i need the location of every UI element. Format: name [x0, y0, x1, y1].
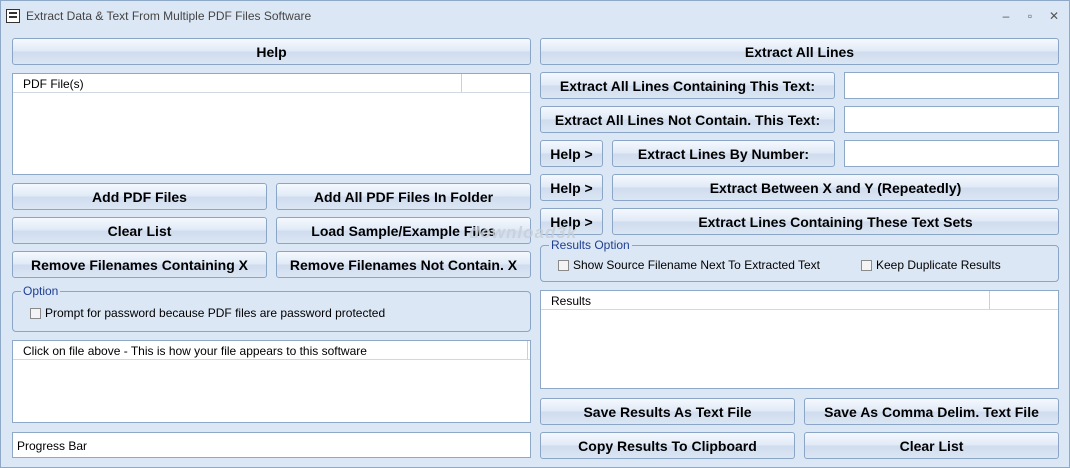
minimize-icon[interactable]: –	[996, 7, 1016, 25]
column-divider[interactable]	[989, 291, 990, 309]
column-divider[interactable]	[527, 341, 528, 359]
watermark: download3k	[469, 223, 578, 242]
keep-duplicate-results-label: Keep Duplicate Results	[876, 258, 1001, 272]
keep-duplicate-results-checkbox[interactable]	[861, 260, 872, 271]
password-prompt-label: Prompt for password because PDF files ar…	[45, 306, 386, 320]
show-source-filename-checkbox[interactable]	[558, 260, 569, 271]
save-results-text-file-button[interactable]: Save Results As Text File	[540, 398, 795, 425]
results-list-header: Results	[541, 291, 1058, 310]
close-icon[interactable]: ✕	[1044, 7, 1064, 25]
show-source-filename-label: Show Source Filename Next To Extracted T…	[573, 258, 821, 272]
pdf-files-column-header: PDF File(s)	[23, 77, 84, 91]
window-title: Extract Data & Text From Multiple PDF Fi…	[26, 9, 312, 23]
extract-lines-not-contain-button[interactable]: Extract All Lines Not Contain. This Text…	[540, 106, 835, 133]
remove-filenames-containing-button[interactable]: Remove Filenames Containing X	[12, 251, 267, 278]
copy-results-clipboard-button[interactable]: Copy Results To Clipboard	[540, 432, 795, 459]
help-button[interactable]: Help	[12, 38, 531, 65]
extract-lines-text-sets-button[interactable]: Extract Lines Containing These Text Sets	[612, 208, 1059, 235]
column-divider[interactable]	[461, 74, 462, 92]
remove-filenames-not-containing-button[interactable]: Remove Filenames Not Contain. X	[276, 251, 531, 278]
app-icon	[6, 9, 20, 23]
results-column-header: Results	[551, 294, 592, 308]
extract-lines-by-number-button[interactable]: Extract Lines By Number:	[612, 140, 835, 167]
file-preview-header-text: Click on file above - This is how your f…	[23, 344, 367, 358]
file-preview-header: Click on file above - This is how your f…	[13, 341, 530, 360]
help-extract-between-button[interactable]: Help >	[540, 174, 603, 201]
password-prompt-checkbox[interactable]	[30, 308, 41, 319]
option-group: Option Prompt for password because PDF f…	[12, 284, 531, 332]
add-all-pdf-files-in-folder-button[interactable]: Add All PDF Files In Folder	[276, 183, 531, 210]
pdf-files-list[interactable]: PDF File(s)	[12, 73, 531, 175]
maximize-icon[interactable]: ▫	[1020, 7, 1040, 25]
title-bar: Extract Data & Text From Multiple PDF Fi…	[1, 1, 1069, 33]
results-list[interactable]: Results	[540, 290, 1059, 389]
line-numbers-input[interactable]	[844, 140, 1059, 167]
extract-containing-text-input[interactable]	[844, 72, 1059, 99]
results-option-group: Results Option Show Source Filename Next…	[540, 238, 1059, 282]
option-group-label: Option	[21, 284, 61, 298]
pdf-files-list-header: PDF File(s)	[13, 74, 530, 93]
clear-results-list-button[interactable]: Clear List	[804, 432, 1059, 459]
clear-list-button[interactable]: Clear List	[12, 217, 267, 244]
extract-not-contain-text-input[interactable]	[844, 106, 1059, 133]
extract-all-lines-button[interactable]: Extract All Lines	[540, 38, 1059, 65]
save-comma-delim-button[interactable]: Save As Comma Delim. Text File	[804, 398, 1059, 425]
extract-lines-containing-button[interactable]: Extract All Lines Containing This Text:	[540, 72, 835, 99]
progress-bar: Progress Bar	[12, 432, 531, 458]
progress-bar-label: Progress Bar	[17, 439, 88, 453]
extract-between-x-and-y-button[interactable]: Extract Between X and Y (Repeatedly)	[612, 174, 1059, 201]
app-window: Extract Data & Text From Multiple PDF Fi…	[0, 0, 1070, 468]
help-extract-by-number-button[interactable]: Help >	[540, 140, 603, 167]
file-preview-pane[interactable]: Click on file above - This is how your f…	[12, 340, 531, 423]
add-pdf-files-button[interactable]: Add PDF Files	[12, 183, 267, 210]
